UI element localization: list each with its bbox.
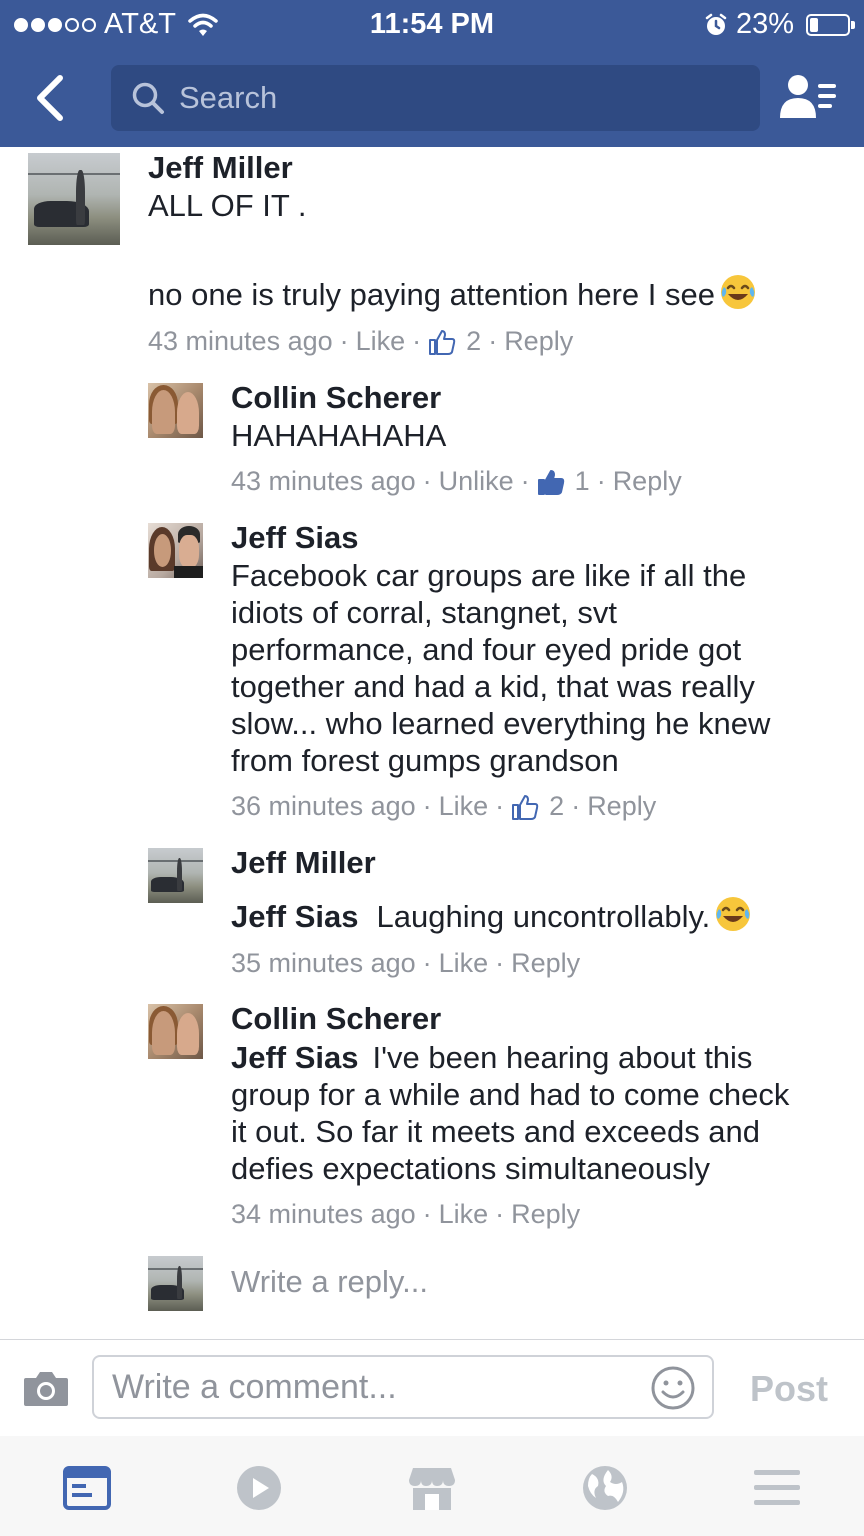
joy-emoji-icon xyxy=(716,897,751,931)
comment-composer: Write a comment... Post xyxy=(0,1339,864,1437)
reply-author[interactable]: Jeff Miller xyxy=(231,845,376,881)
reply-author[interactable]: Collin Scherer xyxy=(231,1001,441,1037)
thumbs-up-icon xyxy=(537,469,564,495)
avatar[interactable] xyxy=(148,523,203,578)
reply-link[interactable]: Reply xyxy=(504,326,573,357)
marketplace-icon[interactable] xyxy=(407,1464,457,1512)
reply-link[interactable]: Reply xyxy=(613,466,682,497)
reply-link[interactable]: Reply xyxy=(511,948,580,979)
avatar xyxy=(148,1256,203,1311)
menu-icon[interactable] xyxy=(752,1464,802,1512)
camera-icon[interactable] xyxy=(22,1368,70,1408)
tab-bar xyxy=(0,1436,864,1536)
reply-meta: 36 minutes ago · Like · 2 · Reply xyxy=(231,791,657,822)
friend-requests-icon[interactable] xyxy=(778,72,840,124)
reply-text-line: idiots of corral, stangnet, svt xyxy=(231,595,617,630)
like-count: 2 xyxy=(549,791,565,821)
reply-author[interactable]: Collin Scherer xyxy=(231,380,441,416)
timestamp: 43 minutes ago xyxy=(148,326,333,356)
back-button[interactable] xyxy=(28,72,72,124)
reply-text-line: Jeff Sias I've been hearing about this xyxy=(231,1040,753,1075)
reply-text-line: defies expectations simultaneously xyxy=(231,1151,711,1186)
alarm-icon xyxy=(705,13,727,35)
emoji-picker-icon[interactable] xyxy=(650,1365,696,1411)
like-link[interactable]: Like xyxy=(439,791,489,822)
avatar[interactable] xyxy=(28,153,120,245)
news-feed-icon[interactable] xyxy=(62,1464,112,1512)
search-placeholder: Search xyxy=(179,80,278,115)
battery-status: 23% xyxy=(704,8,855,41)
write-reply-input[interactable]: Write a reply... xyxy=(231,1264,428,1300)
thumbs-up-icon xyxy=(429,329,456,355)
app-header: AT&T 11:54 PM 23% Search xyxy=(0,0,864,147)
comment-author[interactable]: Jeff Miller xyxy=(148,150,293,186)
unlike-link[interactable]: Unlike xyxy=(439,466,514,497)
thumbs-up-icon xyxy=(512,794,539,820)
comment-text-line-3: no one is truly paying attention here I … xyxy=(148,273,757,314)
reply-text-line: from forest gumps grandson xyxy=(231,743,619,778)
comment-meta: 43 minutes ago · Like · 2 · Reply xyxy=(148,326,574,357)
comment-text-line-1: ALL OF IT . xyxy=(148,188,307,223)
reply-meta: 35 minutes ago · Like · Reply xyxy=(231,948,581,979)
mention-tag[interactable]: Jeff Sias xyxy=(231,1040,359,1075)
timestamp: 43 minutes ago xyxy=(231,466,416,496)
like-count: 2 xyxy=(466,326,482,356)
comment-input[interactable]: Write a comment... xyxy=(92,1355,714,1419)
joy-emoji-icon xyxy=(720,275,755,309)
reply-meta: 43 minutes ago · Unlike · 1 · Reply xyxy=(231,466,682,497)
reply-meta: 34 minutes ago · Like · Reply xyxy=(231,1199,581,1230)
status-bar: AT&T 11:54 PM 23% xyxy=(0,0,864,50)
like-count: 1 xyxy=(574,466,590,496)
reply-text-line: together and had a kid, that was really xyxy=(231,669,755,704)
reply-text-line: slow... who learned everything he knew xyxy=(231,706,771,741)
timestamp: 35 minutes ago xyxy=(231,948,416,978)
battery-percent: 23% xyxy=(735,8,794,40)
like-link[interactable]: Like xyxy=(439,1199,489,1230)
reply-text-line: it out. So far it meets and exceeds and xyxy=(231,1114,761,1149)
notifications-globe-icon[interactable] xyxy=(580,1464,630,1512)
battery-icon xyxy=(806,13,855,36)
reply-link[interactable]: Reply xyxy=(511,1199,580,1230)
post-button[interactable]: Post xyxy=(750,1368,828,1410)
avatar[interactable] xyxy=(148,383,203,438)
avatar[interactable] xyxy=(148,1004,203,1059)
reply-text-line: Facebook car groups are like if all the xyxy=(231,558,747,593)
avatar[interactable] xyxy=(148,848,203,903)
reply-text: HAHAHAHAHA xyxy=(231,418,447,453)
like-link[interactable]: Like xyxy=(356,326,406,357)
timestamp: 34 minutes ago xyxy=(231,1199,416,1229)
search-bar[interactable]: Search xyxy=(111,65,760,131)
video-icon[interactable] xyxy=(234,1464,284,1512)
mention-tag[interactable]: Jeff Sias xyxy=(231,899,359,934)
reply-text: Jeff Sias Laughing uncontrollably. xyxy=(231,895,752,936)
reply-author[interactable]: Jeff Sias xyxy=(231,520,359,556)
reply-text-line: performance, and four eyed pride got xyxy=(231,632,742,667)
comment-placeholder: Write a comment... xyxy=(112,1367,397,1406)
search-icon xyxy=(132,82,164,114)
like-link[interactable]: Like xyxy=(439,948,489,979)
reply-link[interactable]: Reply xyxy=(587,791,656,822)
reply-text-line: group for a while and had to come check xyxy=(231,1077,790,1112)
timestamp: 36 minutes ago xyxy=(231,791,416,821)
